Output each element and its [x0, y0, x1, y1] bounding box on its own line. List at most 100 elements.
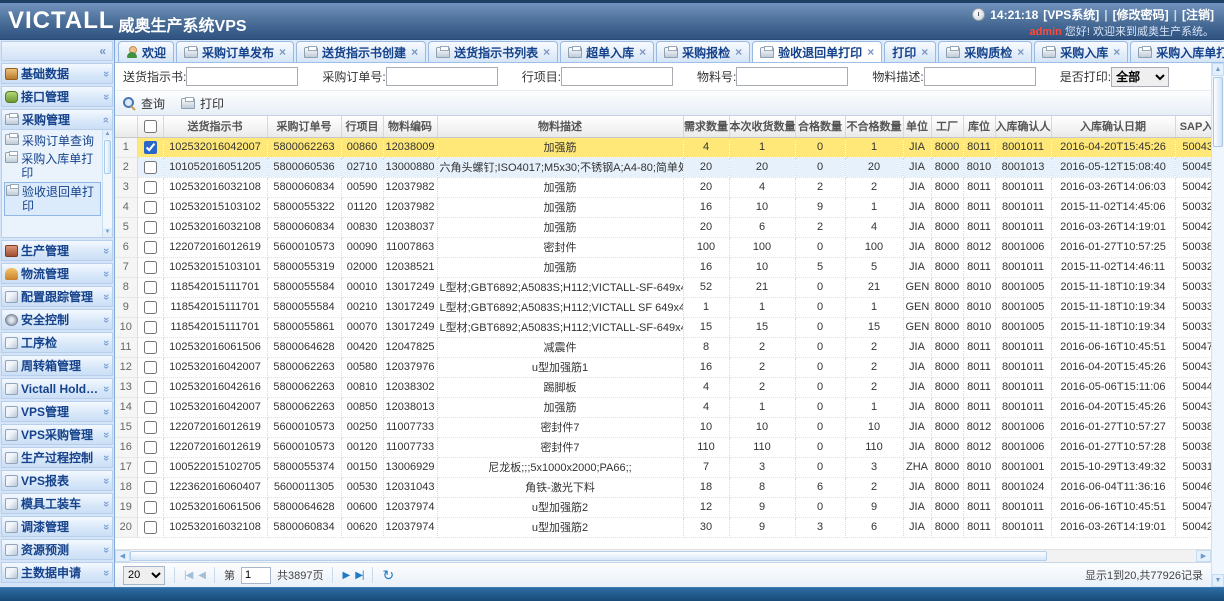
submenu-scroll-thumb[interactable]	[104, 140, 111, 174]
submenu-scrollbar[interactable]: ▲▼	[102, 130, 112, 237]
filter-input-3[interactable]	[736, 67, 848, 86]
tab-close-icon[interactable]: ×	[867, 47, 874, 57]
sidebar-subitem-0[interactable]: 采购订单查询	[4, 132, 101, 150]
sidebar-item-3[interactable]: 生产管理»	[1, 240, 113, 261]
tab-close-icon[interactable]: ×	[1113, 47, 1120, 57]
scroll-down-icon[interactable]: ▼	[1212, 574, 1224, 587]
sidebar-item-4[interactable]: 物流管理»	[1, 263, 113, 284]
table-row[interactable]: 1011854201511170158000558610007013017249…	[115, 317, 1211, 337]
hscroll-thumb[interactable]	[130, 551, 1047, 561]
row-checkbox[interactable]	[144, 501, 157, 514]
horizontal-scrollbar[interactable]: ◀ ▶	[115, 549, 1211, 562]
scroll-down-icon[interactable]: ▼	[103, 228, 112, 237]
sidebar-item-9[interactable]: Victall Holding»	[1, 378, 113, 399]
row-checkbox[interactable]	[144, 221, 157, 234]
column-header-14[interactable]: SAP入库单号	[1175, 116, 1211, 137]
row-checkbox[interactable]	[144, 521, 157, 534]
tab-7[interactable]: 打印×	[884, 41, 936, 62]
row-checkbox[interactable]	[144, 361, 157, 374]
column-header-2[interactable]: 行项目	[341, 116, 383, 137]
link-change-password[interactable]: [修改密码]	[1113, 6, 1169, 23]
column-header-0[interactable]: 送货指示书	[163, 116, 267, 137]
sidebar-item-15[interactable]: 调漆管理»	[1, 516, 113, 537]
table-row[interactable]: 210105201605120558000605360271013000880六…	[115, 157, 1211, 177]
table-row[interactable]: 1910253201606150658000646280060012037974…	[115, 497, 1211, 517]
sidebar-collapse-button[interactable]: «	[1, 41, 113, 61]
tab-2[interactable]: 送货指示书创建×	[296, 41, 426, 62]
sidebar-item-2[interactable]: 采购管理»	[1, 109, 113, 130]
table-row[interactable]: 1210253201604200758000622630058012037976…	[115, 357, 1211, 377]
tab-8[interactable]: 采购质检×	[938, 41, 1032, 62]
column-header-10[interactable]: 工厂	[931, 116, 963, 137]
filter-input-0[interactable]	[186, 67, 298, 86]
scroll-up-icon[interactable]: ▲	[1212, 63, 1224, 76]
table-row[interactable]: 1612207201601261956000105730012011007733…	[115, 437, 1211, 457]
row-checkbox[interactable]	[144, 321, 157, 334]
scroll-left-icon[interactable]: ◀	[115, 550, 130, 562]
tab-9[interactable]: 采购入库×	[1034, 41, 1128, 62]
row-checkbox[interactable]	[144, 341, 157, 354]
tab-0[interactable]: 欢迎	[118, 41, 174, 62]
hscroll-track[interactable]	[130, 550, 1196, 562]
table-row[interactable]: 310253201603210858000608340059012037982加…	[115, 177, 1211, 197]
tab-close-icon[interactable]: ×	[1017, 47, 1024, 57]
submenu-scroll-track[interactable]	[103, 175, 112, 228]
sidebar-item-10[interactable]: VPS管理»	[1, 401, 113, 422]
tab-5[interactable]: 采购报检×	[656, 41, 750, 62]
row-checkbox[interactable]	[144, 401, 157, 414]
table-row[interactable]: 1310253201604261658000622630081012038302…	[115, 377, 1211, 397]
sidebar-item-8[interactable]: 周转箱管理»	[1, 355, 113, 376]
vertical-scrollbar[interactable]: ▲ ▼	[1211, 63, 1224, 587]
row-checkbox[interactable]	[144, 261, 157, 274]
table-row[interactable]: 811854201511170158000555840001013017249L…	[115, 277, 1211, 297]
sidebar-item-12[interactable]: 生产过程控制»	[1, 447, 113, 468]
row-checkbox[interactable]	[144, 201, 157, 214]
page-size-select[interactable]: 20	[123, 566, 165, 585]
sidebar-item-6[interactable]: 安全控制»	[1, 309, 113, 330]
filter-input-2[interactable]	[561, 67, 673, 86]
row-checkbox[interactable]	[144, 461, 157, 474]
tab-close-icon[interactable]: ×	[411, 47, 418, 57]
table-row[interactable]: 410253201510310258000553220112012037982加…	[115, 197, 1211, 217]
row-checkbox[interactable]	[144, 381, 157, 394]
column-header-6[interactable]: 本次收货数量	[729, 116, 795, 137]
table-row[interactable]: 1512207201601261956000105730025011007733…	[115, 417, 1211, 437]
query-button[interactable]: 查询	[123, 95, 165, 112]
table-row[interactable]: 1110253201606150658000646280042012047825…	[115, 337, 1211, 357]
sidebar-subitem-2[interactable]: 验收退回单打印	[4, 182, 101, 216]
column-header-12[interactable]: 入库确认人	[995, 116, 1051, 137]
table-row[interactable]: 710253201510310158000553190200012038521加…	[115, 257, 1211, 277]
first-page-button[interactable]: |◀	[184, 570, 192, 581]
row-checkbox[interactable]	[144, 181, 157, 194]
vscroll-thumb[interactable]	[1213, 77, 1223, 147]
table-row[interactable]: 1812236201606040756000113050053012031043…	[115, 477, 1211, 497]
sidebar-subitem-1[interactable]: 采购入库单打印	[4, 150, 101, 182]
sidebar-item-7[interactable]: 工序检»	[1, 332, 113, 353]
tab-close-icon[interactable]: ×	[543, 47, 550, 57]
table-row[interactable]: 1710052201510270558000553740015013006929…	[115, 457, 1211, 477]
sidebar-item-13[interactable]: VPS报表»	[1, 470, 113, 491]
filter-input-4[interactable]	[924, 67, 1036, 86]
tab-close-icon[interactable]: ×	[921, 47, 928, 57]
table-row[interactable]: 612207201601261956000105730009011007863密…	[115, 237, 1211, 257]
print-button[interactable]: 打印	[181, 95, 224, 112]
sidebar-item-11[interactable]: VPS采购管理»	[1, 424, 113, 445]
row-checkbox[interactable]	[144, 281, 157, 294]
next-page-button[interactable]: ▶	[342, 570, 349, 581]
column-header-1[interactable]: 采购订单号	[267, 116, 341, 137]
tab-6[interactable]: 验收退回单打印×	[752, 41, 882, 62]
page-number-input[interactable]	[241, 567, 271, 584]
row-checkbox[interactable]	[144, 301, 157, 314]
column-header-8[interactable]: 不合格数量	[845, 116, 903, 137]
vscroll-track[interactable]	[1212, 148, 1224, 574]
column-header-5[interactable]: 需求数量	[683, 116, 729, 137]
table-row[interactable]: 2010253201603210858000608340062012037974…	[115, 517, 1211, 537]
link-logout[interactable]: [注销]	[1182, 6, 1214, 23]
sidebar-item-0[interactable]: 基础数据»	[1, 63, 113, 84]
table-row[interactable]: 911854201511170158000555840021013017249L…	[115, 297, 1211, 317]
sidebar-item-14[interactable]: 模具工装车»	[1, 493, 113, 514]
prev-page-button[interactable]: ◀	[198, 570, 205, 581]
column-header-7[interactable]: 合格数量	[795, 116, 845, 137]
table-row[interactable]: 110253201604200758000622630086012038009加…	[115, 137, 1211, 157]
tab-close-icon[interactable]: ×	[279, 47, 286, 57]
